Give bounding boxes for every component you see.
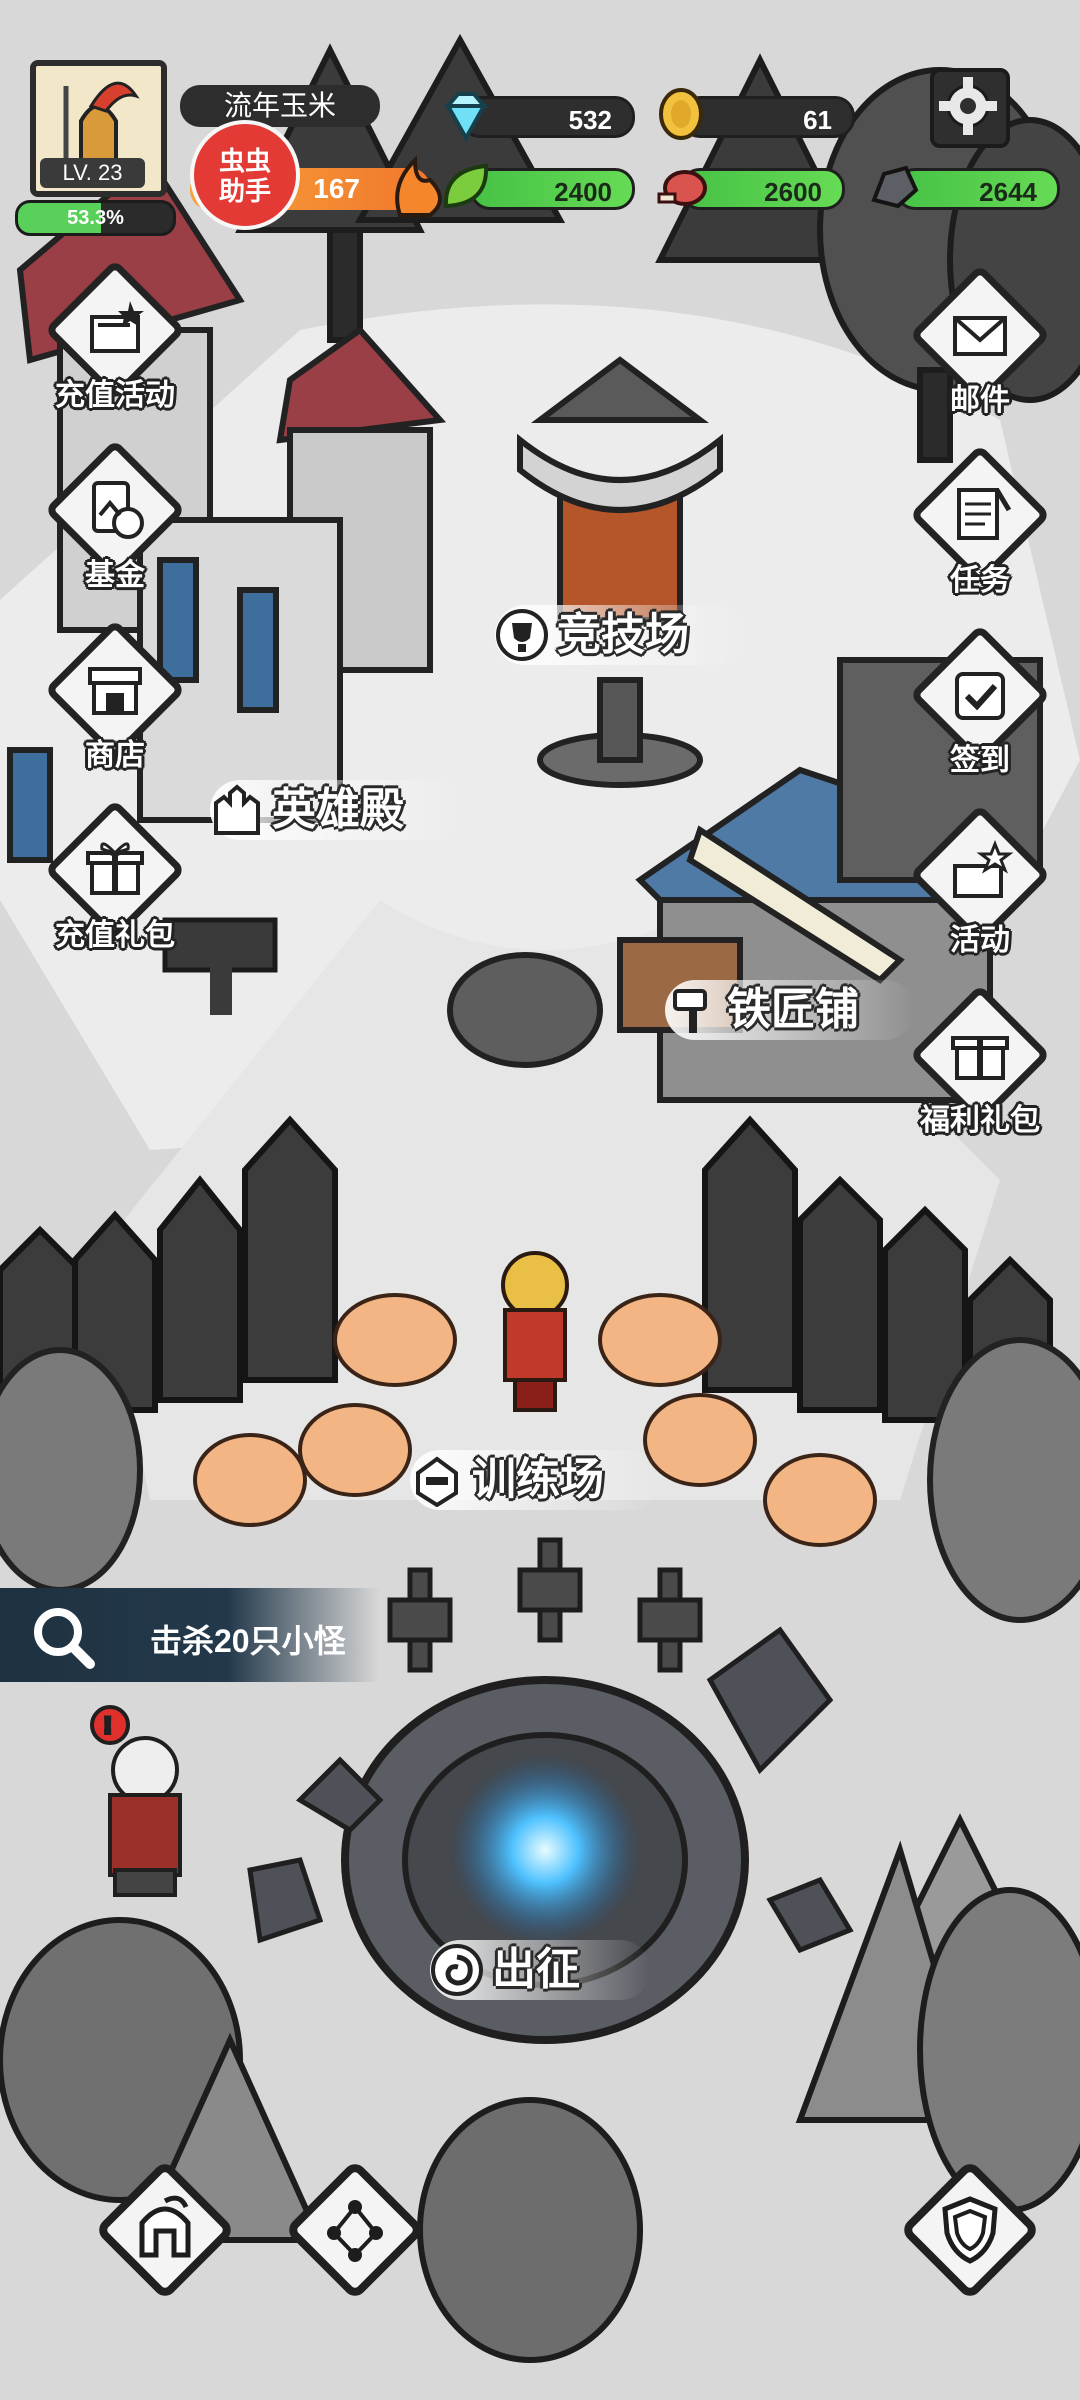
castle-icon [214, 784, 260, 835]
gift-pack-icon [86, 842, 144, 895]
hero-hall-label[interactable]: 英雄殿 [210, 780, 460, 840]
checkin-label: 签到 [950, 744, 1010, 777]
task-scroll-icon [957, 488, 1012, 540]
recharge-event-icon [90, 301, 144, 353]
checkin-icon [955, 672, 1005, 720]
shield-icon [942, 2196, 998, 2264]
task-button[interactable]: 任务 [905, 444, 1055, 605]
gear-icon [939, 77, 997, 135]
welfare-gift-button[interactable]: 福利礼包 [905, 984, 1055, 1145]
badge-line2: 助手 [218, 176, 271, 206]
welfare-gift-label: 福利礼包 [920, 1104, 1040, 1137]
svg-text:!: ! [104, 1713, 111, 1738]
gift-pack-label: 充值礼包 [55, 919, 175, 952]
blacksmith-label[interactable]: 铁匠铺 [665, 980, 915, 1040]
hero-helmet-icon [139, 2195, 191, 2258]
chongchong-badge[interactable]: 虫虫 助手 [190, 120, 300, 230]
guild-shield-nav-button[interactable] [895, 2155, 1045, 2305]
game-scene: ! LV. 23 53.3% 流年玉米 167 虫虫 助手 532 61 240… [0, 0, 1080, 2400]
search-icon [34, 1608, 95, 1669]
checkin-button[interactable]: 签到 [905, 624, 1055, 785]
settings-button[interactable] [930, 68, 1010, 148]
hammer-icon [673, 989, 707, 1033]
meat-icon [657, 170, 707, 206]
mail-icon [953, 316, 1007, 356]
exp-percent: 53.3% [67, 207, 124, 229]
ore-icon [871, 165, 919, 209]
fund-button[interactable]: 基金 [40, 439, 190, 600]
badge-line1: 虫虫 [218, 146, 271, 176]
skill-tree-icon [327, 2200, 383, 2262]
gold-coin-icon [659, 88, 703, 140]
swirl-icon [431, 1944, 483, 1996]
fund-label: 基金 [85, 559, 145, 592]
trophy-icon [496, 609, 548, 661]
quest-tracker[interactable]: 击杀20只小怪 [0, 1588, 380, 1682]
player-level: LV. 23 [40, 158, 145, 188]
gift-pack-button[interactable]: 充值礼包 [40, 799, 190, 960]
blacksmith-name: 铁匠铺 [727, 985, 859, 1034]
task-label: 任务 [950, 564, 1010, 597]
exp-bar: 53.3% [15, 200, 176, 236]
leaf-counter[interactable]: 2400 [470, 168, 635, 210]
quest-text: 击杀20只小怪 [150, 1623, 346, 1659]
skill-tree-nav-button[interactable] [280, 2155, 430, 2305]
shop-icon [88, 667, 142, 715]
training-ground-name: 训练场 [472, 1455, 604, 1504]
shop-label: 商店 [85, 739, 145, 772]
event-button[interactable]: 活动 [905, 804, 1055, 965]
player-name: 流年玉米 [180, 85, 380, 127]
fund-icon [92, 481, 144, 539]
recharge-event-label: 充值活动 [55, 379, 175, 412]
top-hud: LV. 23 53.3% 流年玉米 167 虫虫 助手 532 61 2400 … [0, 0, 1080, 240]
mail-label: 邮件 [950, 384, 1010, 417]
hero-nav-button[interactable] [90, 2155, 240, 2305]
expedition-label[interactable]: 出征 [430, 1940, 650, 2000]
arena-name: 竞技场 [557, 610, 689, 659]
leaf-icon [443, 163, 489, 209]
hero-hall-name: 英雄殿 [272, 785, 404, 834]
shop-button[interactable]: 商店 [40, 619, 190, 780]
helmet-emblem-icon [416, 1456, 458, 1507]
welfare-gift-icon [951, 1036, 1009, 1080]
event-label: 活动 [950, 924, 1010, 957]
expedition-name: 出征 [492, 1945, 580, 1994]
diamond-icon [443, 92, 489, 142]
arena-label[interactable]: 竞技场 [495, 605, 745, 665]
mail-button[interactable]: 邮件 [905, 264, 1055, 425]
recharge-event-button[interactable]: 充值活动 [40, 259, 190, 420]
training-ground-label[interactable]: 训练场 [410, 1450, 660, 1510]
event-icon [953, 840, 1014, 898]
